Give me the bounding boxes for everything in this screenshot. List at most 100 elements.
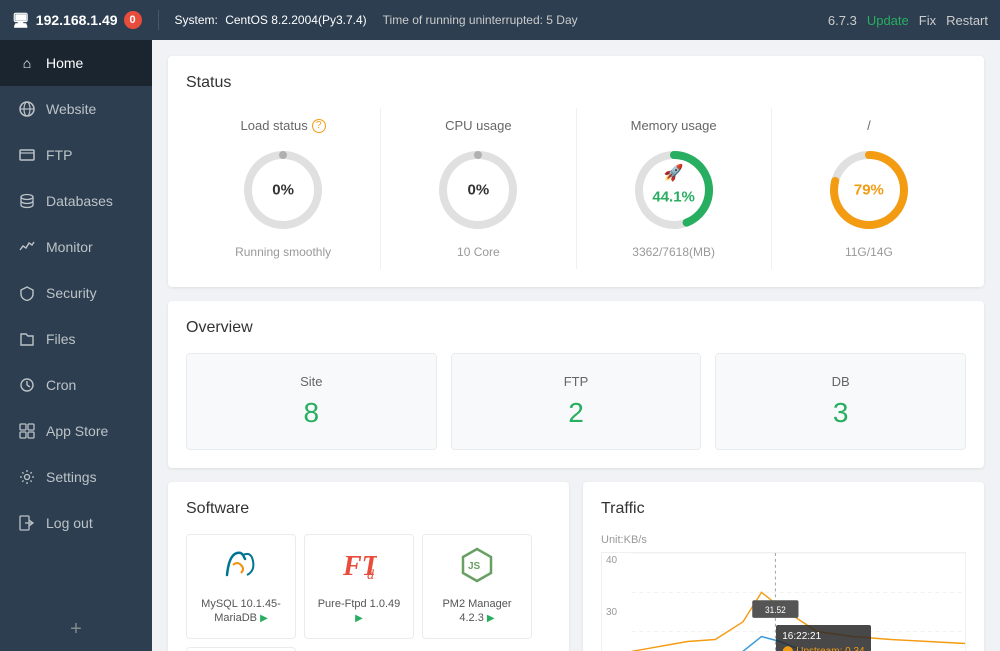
main-content: Status Load status ? 0% Runn: [152, 40, 1000, 651]
db-label: DB: [736, 374, 945, 389]
status-item-memory: Memory usage 🚀 44.1% 3362/7618(MB): [577, 108, 772, 269]
load-donut: 0%: [238, 145, 328, 235]
sidebar-item-home[interactable]: ⌂ Home: [0, 40, 152, 86]
overview-ftp[interactable]: FTP 2: [451, 353, 702, 450]
status-grid: Load status ? 0% Running smoothly: [186, 108, 966, 269]
logout-icon: [18, 514, 36, 532]
settings-icon: [18, 468, 36, 486]
sidebar-label-home: Home: [46, 55, 83, 71]
disk-label: /: [867, 118, 871, 133]
overview-card: Overview Site 8 FTP 2 DB 3: [168, 301, 984, 468]
memory-donut: 🚀 44.1%: [629, 145, 719, 235]
help-icon[interactable]: ?: [312, 119, 326, 133]
sidebar: ⌂ Home Website FTP Databases Monitor: [0, 40, 152, 651]
sidebar-label-files: Files: [46, 331, 76, 347]
software-grid: MySQL 10.1.45-MariaDB ▶ FTP d Pure-Ftpd …: [186, 534, 551, 651]
svg-text:31.52: 31.52: [765, 605, 786, 615]
traffic-tooltip: 16:22:21 ⬤ Upstream: 0.34: [776, 625, 870, 651]
status-title: Status: [186, 74, 966, 92]
sidebar-label-ftp: FTP: [46, 147, 72, 163]
appstore-icon: [18, 422, 36, 440]
software-card: Software MySQL 10.1.45-MariaDB ▶: [168, 482, 569, 651]
overview-grid: Site 8 FTP 2 DB 3: [186, 353, 966, 450]
disk-value: 79%: [854, 182, 884, 199]
website-icon: [18, 100, 36, 118]
disk-donut: 79%: [824, 145, 914, 235]
software-title: Software: [186, 500, 551, 518]
update-button[interactable]: Update: [867, 13, 909, 28]
shield-icon: [18, 284, 36, 302]
traffic-card: Traffic Unit:KB/s 40 30 20: [583, 482, 984, 651]
status-item-load: Load status ? 0% Running smoothly: [186, 108, 381, 269]
traffic-chart: 40 30 20: [601, 552, 966, 651]
sidebar-item-files[interactable]: Files: [0, 316, 152, 362]
pm2-name: PM2 Manager 4.2.3 ▶: [433, 597, 521, 626]
sidebar-label-logout: Log out: [46, 515, 93, 531]
topbar: 🖥 192.168.1.49 0 System: CentOS 8.2.2004…: [0, 0, 1000, 40]
status-card: Status Load status ? 0% Runn: [168, 56, 984, 287]
software-item-pm2[interactable]: JS PM2 Manager 4.2.3 ▶: [422, 534, 532, 639]
ftpd-name: Pure-Ftpd 1.0.49 ▶: [315, 597, 403, 626]
topbar-uptime: Time of running uninterrupted: 5 Day: [383, 13, 578, 27]
disk-sublabel: 11G/14G: [845, 245, 893, 259]
site-value: 8: [207, 397, 416, 429]
software-item-java[interactable]: Java Project Manager 2.4 ▶: [186, 647, 296, 651]
fix-button[interactable]: Fix: [919, 13, 936, 28]
home-icon: ⌂: [18, 54, 36, 72]
memory-value: 44.1%: [652, 189, 695, 206]
sidebar-label-databases: Databases: [46, 193, 113, 209]
mysql-name: MySQL 10.1.45-MariaDB ▶: [197, 597, 285, 626]
databases-icon: [18, 192, 36, 210]
sidebar-item-cron[interactable]: Cron: [0, 362, 152, 408]
sidebar-label-monitor: Monitor: [46, 239, 93, 255]
overview-db[interactable]: DB 3: [715, 353, 966, 450]
sidebar-item-monitor[interactable]: Monitor: [0, 224, 152, 270]
traffic-unit: Unit:KB/s: [601, 534, 966, 546]
cpu-label: CPU usage: [445, 118, 511, 133]
monitor-sidebar-icon: [18, 238, 36, 256]
sidebar-item-logout[interactable]: Log out: [0, 500, 152, 546]
overview-site[interactable]: Site 8: [186, 353, 437, 450]
svg-text:d: d: [367, 568, 375, 583]
sidebar-label-appstore: App Store: [46, 423, 108, 439]
tooltip-time: 16:22:21: [782, 629, 864, 644]
sidebar-item-ftp[interactable]: FTP: [0, 132, 152, 178]
sidebar-label-security: Security: [46, 285, 97, 301]
topbar-ip: 🖥 192.168.1.49 0: [12, 11, 142, 29]
rocket-icon: 🚀: [664, 163, 684, 183]
bottom-row: Software MySQL 10.1.45-MariaDB ▶: [168, 482, 984, 651]
ftpd-icon: FTP d: [315, 547, 403, 591]
version-label: 6.7.3: [828, 13, 857, 28]
layout: ⌂ Home Website FTP Databases Monitor: [0, 40, 1000, 651]
cpu-donut: 0%: [433, 145, 523, 235]
db-value: 3: [736, 397, 945, 429]
ftp-icon: [18, 146, 36, 164]
add-button[interactable]: +: [0, 608, 152, 651]
sidebar-item-settings[interactable]: Settings: [0, 454, 152, 500]
cpu-sublabel: 10 Core: [457, 245, 500, 259]
software-item-mysql[interactable]: MySQL 10.1.45-MariaDB ▶: [186, 534, 296, 639]
mysql-icon: [197, 547, 285, 591]
load-value: 0%: [272, 182, 294, 199]
software-item-ftpd[interactable]: FTP d Pure-Ftpd 1.0.49 ▶: [304, 534, 414, 639]
traffic-title: Traffic: [601, 500, 966, 518]
topbar-divider: [158, 10, 159, 30]
memory-label: Memory usage: [631, 118, 717, 133]
tooltip-upstream: ⬤ Upstream: 0.34: [782, 644, 864, 651]
sidebar-item-website[interactable]: Website: [0, 86, 152, 132]
overview-title: Overview: [186, 319, 966, 337]
restart-button[interactable]: Restart: [946, 13, 988, 28]
status-item-disk: / 79% 11G/14G: [772, 108, 966, 269]
sidebar-item-appstore[interactable]: App Store: [0, 408, 152, 454]
status-item-cpu: CPU usage 0% 10 Core: [381, 108, 576, 269]
pm2-icon: JS: [433, 547, 521, 591]
ip-address: 192.168.1.49: [36, 12, 118, 28]
cpu-value: 0%: [468, 182, 490, 199]
sidebar-item-databases[interactable]: Databases: [0, 178, 152, 224]
memory-sublabel: 3362/7618(MB): [632, 245, 715, 259]
monitor-icon: 🖥: [12, 12, 30, 29]
svg-text:JS: JS: [468, 561, 481, 572]
sidebar-item-security[interactable]: Security: [0, 270, 152, 316]
sidebar-label-website: Website: [46, 101, 96, 117]
load-label: Load status ?: [241, 118, 326, 133]
